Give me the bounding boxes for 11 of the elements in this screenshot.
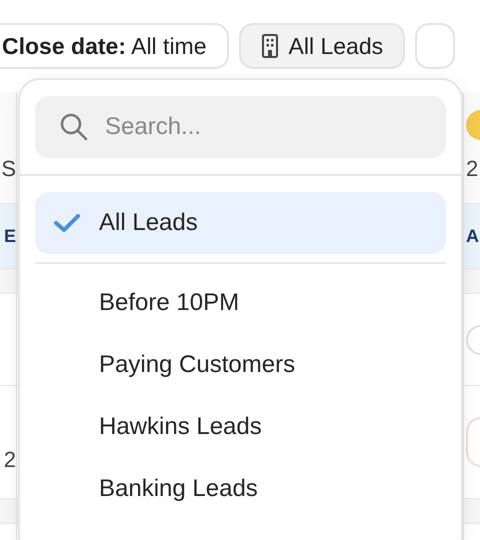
filter-button[interactable]: All Leads [238,23,406,69]
table-cell-text: S [1,155,16,183]
table-cell-text: 2 [4,446,16,474]
table-cell-text: E [4,224,16,248]
search-field[interactable]: Search... [35,96,446,158]
checkmark-icon [53,212,81,234]
filter-button[interactable]: Close date: All time [0,23,229,69]
menu-item[interactable]: All Leads [35,192,446,254]
building-icon [260,34,279,58]
table-cell-text: A [466,224,480,248]
table-cell-text: 2 [466,155,480,183]
